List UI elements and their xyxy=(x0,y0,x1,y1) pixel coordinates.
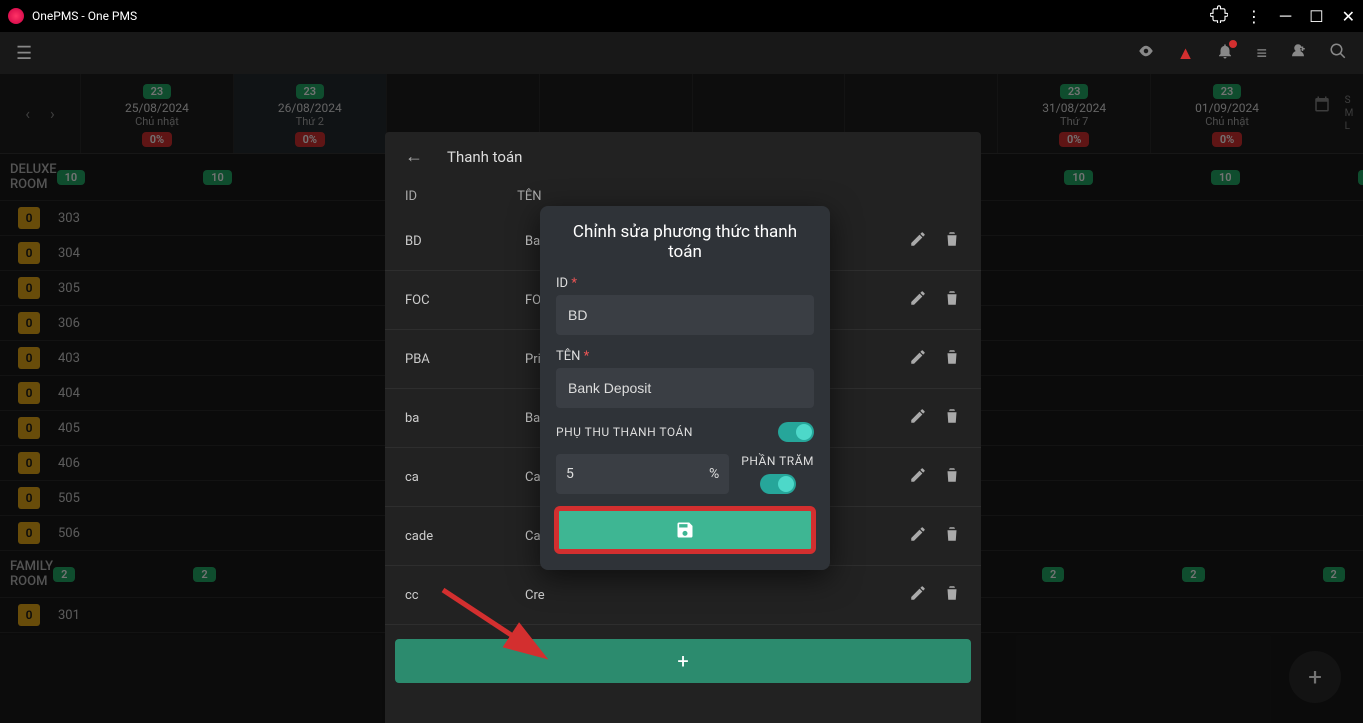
edit-icon[interactable] xyxy=(909,584,927,606)
payment-id: cade xyxy=(405,529,525,544)
bell-icon[interactable] xyxy=(1216,42,1234,65)
extension-icon[interactable] xyxy=(1210,5,1228,27)
edit-payment-modal: Chỉnh sửa phương thức thanh toán ID * TÊ… xyxy=(540,206,830,570)
payment-id: ca xyxy=(405,470,525,485)
percent-label: PHẦN TRĂM xyxy=(741,454,814,468)
eye-icon[interactable] xyxy=(1137,42,1155,65)
more-icon[interactable]: ⋮ xyxy=(1246,7,1262,26)
edit-icon[interactable] xyxy=(909,466,927,488)
modal-title: Chỉnh sửa phương thức thanh toán xyxy=(556,222,814,262)
percent-toggle[interactable] xyxy=(760,474,796,494)
payment-row: cc Cre xyxy=(385,566,981,625)
name-input[interactable] xyxy=(556,368,814,408)
window-titlebar: OnePMS - One PMS ⋮ ─ ☐ ✕ xyxy=(0,0,1363,32)
main-toolbar: ☰ ▲ ≡ xyxy=(0,32,1363,74)
delete-icon[interactable] xyxy=(943,230,961,252)
alert-icon[interactable]: ▲ xyxy=(1177,43,1195,64)
minimize-icon[interactable]: ─ xyxy=(1280,6,1291,26)
payment-name: Cre xyxy=(525,588,909,603)
delete-icon[interactable] xyxy=(943,525,961,547)
maximize-icon[interactable]: ☐ xyxy=(1309,7,1323,26)
delete-icon[interactable] xyxy=(943,466,961,488)
edit-icon[interactable] xyxy=(909,407,927,429)
delete-icon[interactable] xyxy=(943,407,961,429)
col-name: TÊN xyxy=(517,189,541,204)
surcharge-toggle[interactable] xyxy=(778,422,814,442)
payment-id: PBA xyxy=(405,352,525,367)
list-icon[interactable]: ≡ xyxy=(1256,43,1267,64)
id-input[interactable] xyxy=(556,295,814,335)
edit-icon[interactable] xyxy=(909,230,927,252)
payment-id: BD xyxy=(405,234,525,249)
id-label: ID * xyxy=(556,276,814,291)
delete-icon[interactable] xyxy=(943,348,961,370)
panel-title: Thanh toán xyxy=(447,148,522,166)
edit-icon[interactable] xyxy=(909,289,927,311)
save-button[interactable] xyxy=(556,508,814,552)
add-payment-button[interactable]: + xyxy=(395,639,971,683)
delete-icon[interactable] xyxy=(943,584,961,606)
surcharge-input[interactable]: 5 % xyxy=(556,454,729,494)
name-label: TÊN * xyxy=(556,349,814,364)
window-title: OnePMS - One PMS xyxy=(32,9,137,23)
payment-id: FOC xyxy=(405,293,525,308)
app-logo xyxy=(8,8,24,24)
surcharge-label: PHỤ THU THANH TOÁN xyxy=(556,425,693,439)
back-icon[interactable]: ← xyxy=(405,146,423,167)
col-id: ID xyxy=(405,189,417,204)
add-user-icon[interactable] xyxy=(1289,42,1307,65)
edit-icon[interactable] xyxy=(909,525,927,547)
hamburger-icon[interactable]: ☰ xyxy=(16,43,32,64)
delete-icon[interactable] xyxy=(943,289,961,311)
close-icon[interactable]: ✕ xyxy=(1342,7,1355,26)
payment-id: ba xyxy=(405,411,525,426)
payment-id: cc xyxy=(405,588,525,603)
search-icon[interactable] xyxy=(1329,42,1347,65)
edit-icon[interactable] xyxy=(909,348,927,370)
